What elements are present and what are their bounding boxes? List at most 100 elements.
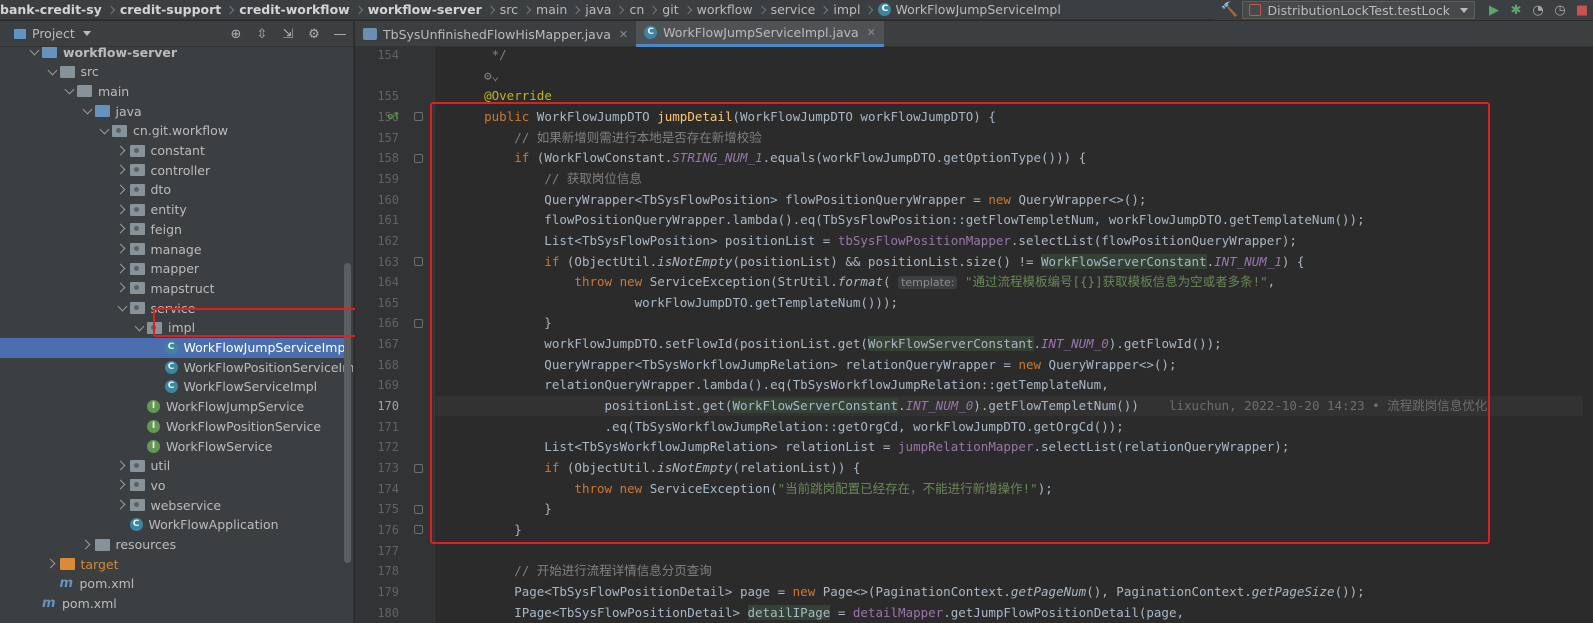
package-icon — [129, 282, 145, 295]
code-line[interactable]: IPage<TbSysFlowPositionDetail> detailIPa… — [454, 603, 1184, 623]
chevron-down-icon[interactable] — [63, 84, 77, 98]
code-line[interactable]: Page<TbSysFlowPositionDetail> page = new… — [454, 582, 1364, 602]
chevron-right-icon[interactable] — [116, 222, 130, 236]
chevron-right-icon[interactable] — [116, 459, 130, 473]
chevron-down-icon[interactable] — [46, 65, 60, 79]
expand-all-icon[interactable]: ⇳ — [249, 27, 275, 42]
breadcrumb-item[interactable]: cn — [623, 0, 658, 19]
code-line[interactable]: ⚙⌄ — [454, 66, 499, 86]
chevron-right-icon[interactable] — [46, 557, 60, 571]
tree-item[interactable]: manage — [0, 239, 346, 259]
tree-item[interactable]: webservice — [0, 495, 346, 515]
tree-item[interactable]: cn.git.workflow — [0, 121, 346, 141]
chevron-right-icon[interactable] — [116, 203, 130, 217]
profile-button[interactable]: ◷ — [1549, 1, 1571, 19]
run-button[interactable]: ▶ — [1483, 1, 1505, 19]
chevron-down-icon[interactable] — [98, 124, 112, 138]
package-icon — [129, 262, 145, 275]
fold-marker-icon[interactable] — [413, 520, 423, 540]
tree-item-label: workflow-server — [63, 47, 178, 60]
tree-item[interactable]: I WorkFlowPositionService — [0, 416, 346, 436]
chevron-right-icon[interactable] — [116, 262, 130, 276]
fold-marker-icon[interactable] — [413, 252, 423, 272]
breadcrumb-item[interactable]: C WorkFlowJumpServiceImpl — [872, 0, 1061, 19]
tree-item[interactable]: mapper — [0, 259, 346, 279]
tree-item[interactable]: workflow-server — [0, 47, 346, 62]
editor-tab[interactable]: C WorkFlowJumpServiceImpl.java ✕ — [636, 21, 884, 47]
coverage-button[interactable]: ◔ — [1527, 1, 1549, 19]
project-panel-title[interactable]: Project — [32, 26, 75, 41]
tree-item[interactable]: entity — [0, 200, 346, 220]
code-line[interactable]: // 开始进行流程详情信息分页查询 — [454, 561, 712, 581]
chevron-right-icon[interactable] — [116, 163, 130, 177]
breadcrumb-item[interactable]: workflow-server — [362, 0, 496, 19]
breadcrumb-item[interactable]: git — [656, 0, 692, 19]
editor-scrollbar[interactable] — [1583, 47, 1593, 623]
chevron-right-icon[interactable] — [116, 281, 130, 295]
run-config-icon — [1249, 4, 1262, 16]
breadcrumb-item[interactable]: bank-credit-sy — [0, 0, 116, 19]
debug-button[interactable]: ✱ — [1505, 1, 1527, 19]
tree-item[interactable]: util — [0, 456, 346, 476]
run-config-label: DistributionLockTest.testLock — [1267, 2, 1450, 18]
tree-item[interactable]: mapstruct — [0, 278, 346, 298]
chevron-right-icon[interactable] — [81, 538, 95, 552]
chevron-right-icon[interactable] — [116, 144, 130, 158]
settings-gear-icon[interactable]: ⚙ — [301, 27, 327, 42]
breadcrumb-item[interactable]: java — [579, 0, 625, 19]
tree-item[interactable]: vo — [0, 475, 346, 495]
breadcrumb-item[interactable]: main — [530, 0, 581, 19]
breadcrumb-item[interactable]: credit-support — [114, 0, 235, 19]
tree-item[interactable]: I WorkFlowService — [0, 436, 346, 456]
stop-button[interactable]: ■ — [1571, 1, 1593, 19]
collapse-all-icon[interactable]: ⇲ — [275, 27, 301, 42]
tree-item[interactable]: C WorkFlowPositionServiceImpl — [0, 357, 353, 377]
chevron-right-icon[interactable] — [116, 498, 130, 512]
tree-item[interactable]: feign — [0, 219, 346, 239]
chevron-down-icon[interactable] — [82, 31, 91, 36]
tree-item[interactable]: m pom.xml — [0, 594, 346, 614]
chevron-down-icon[interactable] — [81, 104, 95, 118]
tree-item[interactable]: target — [0, 554, 346, 574]
tree-item[interactable]: constant — [0, 141, 346, 161]
fold-marker-icon[interactable] — [413, 499, 423, 519]
hide-panel-icon[interactable]: — — [327, 27, 353, 42]
fold-marker-icon[interactable] — [413, 107, 423, 127]
line-number: 174 — [377, 481, 399, 496]
tree-item[interactable]: java — [0, 101, 346, 121]
build-hammer-icon[interactable]: 🔨 — [1220, 2, 1237, 18]
chevron-right-icon[interactable] — [116, 183, 130, 197]
fold-marker-icon[interactable] — [413, 313, 423, 333]
breadcrumb-item[interactable]: src — [494, 0, 532, 19]
close-tab-icon[interactable]: ✕ — [867, 26, 876, 39]
breadcrumb-item[interactable]: impl — [827, 0, 874, 19]
run-configuration-select[interactable]: DistributionLockTest.testLock — [1242, 1, 1475, 19]
tree-item[interactable]: C WorkFlowJumpServiceImpl — [0, 337, 349, 358]
chevron-down-icon[interactable] — [28, 47, 42, 59]
editor-tab[interactable]: TbSysUnfinishedFlowHisMapper.java ✕ — [355, 21, 636, 47]
tree-item[interactable]: src — [0, 62, 346, 82]
breadcrumb-item[interactable]: workflow — [691, 0, 766, 19]
chevron-down-icon[interactable] — [133, 321, 147, 335]
fold-marker-icon[interactable] — [413, 458, 423, 478]
tree-item[interactable]: controller — [0, 160, 346, 180]
override-marker-icon[interactable]: o↑ — [387, 107, 401, 127]
locate-file-icon[interactable]: ⊕ — [223, 27, 249, 42]
breadcrumb-item[interactable]: credit-workflow — [233, 0, 363, 19]
tree-item[interactable]: C WorkFlowServiceImpl — [0, 377, 346, 397]
chevron-down-icon[interactable] — [116, 301, 130, 315]
fold-marker-icon[interactable] — [413, 148, 423, 168]
tree-item[interactable]: m pom.xml — [0, 574, 346, 594]
chevron-right-icon[interactable] — [116, 478, 130, 492]
chevron-right-icon[interactable] — [116, 242, 130, 256]
tree-item[interactable]: C WorkFlowApplication — [0, 515, 346, 535]
package-icon — [129, 203, 145, 216]
close-tab-icon[interactable]: ✕ — [619, 28, 628, 41]
tree-item[interactable]: I WorkFlowJumpService — [0, 397, 346, 417]
code-line[interactable]: */ — [454, 47, 507, 65]
tree-item[interactable]: dto — [0, 180, 346, 200]
tree-item[interactable]: resources — [0, 535, 346, 555]
breadcrumb-item[interactable]: service — [765, 0, 829, 19]
tree-item[interactable]: main — [0, 81, 346, 101]
